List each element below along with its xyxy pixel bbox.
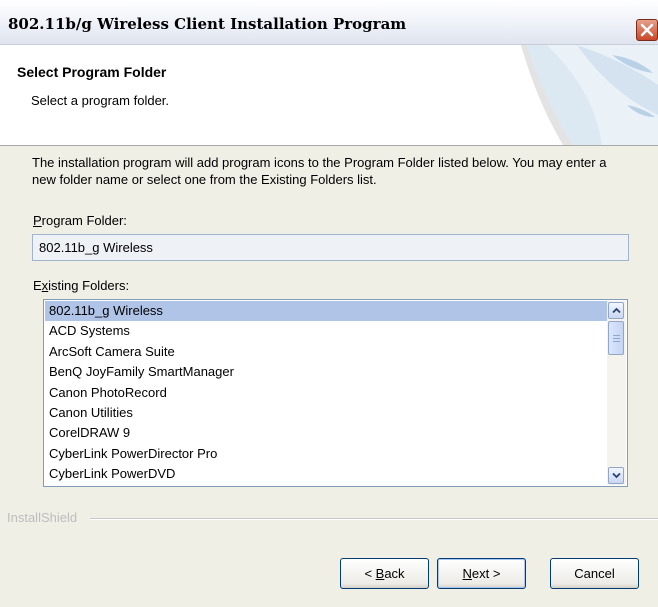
back-label-pre: < — [364, 566, 376, 581]
existing-folders-list[interactable]: 802.11b_g Wireless ACD Systems ArcSoft C… — [43, 299, 628, 487]
program-folder-label-mnemonic: P — [33, 213, 42, 228]
list-item[interactable]: CyberLink PowerDirector Pro — [45, 444, 608, 464]
window-title: 802.11b/g Wireless Client Installation P… — [8, 15, 407, 33]
next-label-rest: ext > — [471, 566, 501, 581]
list-item[interactable]: CyberLink PowerDVD — [45, 464, 608, 484]
list-item[interactable]: CorelDRAW 9 — [45, 423, 608, 443]
dialog-header: Select Program Folder Select a program f… — [0, 45, 658, 146]
program-folder-input[interactable] — [32, 234, 629, 261]
installshield-brand: InstallShield — [7, 510, 78, 525]
existing-folders-label-rest: isting Folders: — [48, 278, 130, 293]
title-bar[interactable]: 802.11b/g Wireless Client Installation P… — [0, 0, 658, 45]
grip-line — [613, 341, 620, 342]
footer-separator — [90, 518, 658, 520]
installer-window: 802.11b/g Wireless Client Installation P… — [0, 0, 658, 607]
close-icon — [640, 23, 654, 37]
close-button[interactable] — [636, 19, 658, 41]
next-button[interactable]: Next > — [437, 558, 526, 589]
list-item[interactable]: BenQ JoyFamily SmartManager — [45, 362, 608, 382]
existing-folders-label-pre: E — [33, 278, 42, 293]
header-title: Select Program Folder — [17, 64, 167, 80]
grip-line — [613, 338, 620, 339]
grip-line — [613, 335, 620, 336]
chevron-up-icon — [612, 307, 621, 314]
back-button[interactable]: < Back — [340, 558, 429, 589]
dialog-body: The installation program will add progra… — [0, 146, 658, 607]
scroll-down-button[interactable] — [608, 467, 624, 484]
list-item[interactable]: ACD Systems — [45, 321, 608, 341]
list-item[interactable]: Canon PhotoRecord — [45, 383, 608, 403]
page-curl-graphic — [521, 45, 658, 145]
list-item[interactable]: 802.11b_g Wireless — [45, 301, 608, 322]
program-folder-label: Program Folder: — [33, 213, 127, 228]
list-item[interactable]: ArcSoft Camera Suite — [45, 342, 608, 362]
chevron-down-icon — [612, 472, 621, 479]
description-text: The installation program will add progra… — [32, 155, 607, 187]
cancel-button[interactable]: Cancel — [550, 558, 639, 589]
program-folder-label-rest: rogram Folder: — [41, 213, 127, 228]
next-label-mnemonic: N — [462, 566, 472, 581]
existing-folders-label: Existing Folders: — [33, 278, 129, 293]
header-subtitle: Select a program folder. — [31, 93, 170, 108]
list-item[interactable]: Canon Utilities — [45, 403, 608, 423]
existing-folders-items: 802.11b_g Wireless ACD Systems ArcSoft C… — [45, 301, 608, 485]
scroll-thumb[interactable] — [608, 321, 624, 355]
back-label-rest: ack — [384, 566, 405, 581]
vertical-scrollbar[interactable] — [607, 301, 626, 485]
scroll-up-button[interactable] — [608, 302, 624, 319]
